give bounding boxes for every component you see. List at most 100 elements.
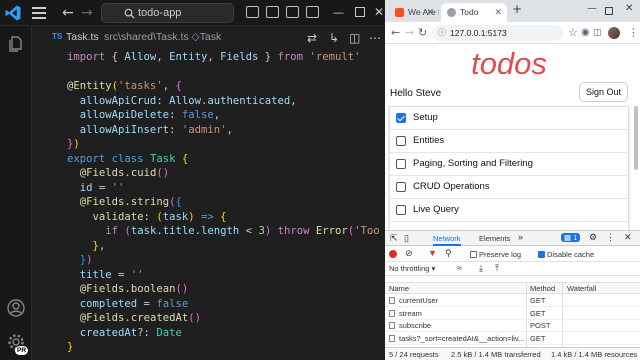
tab-network[interactable]: Network <box>433 234 461 246</box>
close-tab-icon[interactable]: ✕ <box>426 3 434 22</box>
bookmark-star-icon[interactable]: ☆ <box>568 26 578 40</box>
network-conditions-icon[interactable]: ≈ <box>457 263 462 273</box>
back-arrow-icon[interactable]: ← <box>62 3 74 23</box>
device-toolbar-icon[interactable]: ▯ <box>404 233 409 244</box>
todo-checkbox-checked[interactable] <box>396 113 406 123</box>
todo-item[interactable]: Paging, Sorting and Filtering <box>390 153 628 176</box>
menu-icon[interactable] <box>32 7 46 19</box>
inspect-element-icon[interactable]: ⇱ <box>390 233 398 244</box>
extensions-icon[interactable]: ◉ <box>581 26 590 40</box>
code-token: ?: <box>137 326 157 339</box>
record-icon[interactable] <box>389 250 397 258</box>
throttling-select[interactable]: No throttling ▾ <box>389 264 435 273</box>
todo-checkbox[interactable] <box>396 182 406 192</box>
forward-arrow-icon[interactable]: → <box>405 26 414 40</box>
compare-changes-icon[interactable]: ⇄ <box>307 31 317 45</box>
code-line: @Fields.boolean() <box>67 282 188 296</box>
todo-checkbox[interactable] <box>396 159 406 169</box>
command-center[interactable]: todo-app <box>101 3 234 23</box>
toggle-secondary-sidebar-icon[interactable] <box>286 6 299 18</box>
site-info-icon[interactable]: ⓘ <box>438 25 446 41</box>
todo-item[interactable]: CRUD Operations <box>390 176 628 199</box>
reload-icon[interactable]: ↻ <box>418 26 427 40</box>
side-panel-icon[interactable]: ◫ <box>593 26 602 40</box>
request-file-icon <box>389 334 395 342</box>
settings-gear-icon[interactable]: ⚙ <box>589 232 597 243</box>
minimize-icon[interactable]: — <box>333 6 344 20</box>
export-har-icon[interactable]: ⤒ <box>495 263 499 274</box>
code-line: } <box>67 340 73 354</box>
close-icon[interactable]: ✕ <box>374 4 384 20</box>
forward-arrow-icon[interactable]: → <box>81 3 93 23</box>
tab-task-ts[interactable]: Task.ts <box>66 31 99 43</box>
code-token: @Fields <box>79 196 125 208</box>
menu-kebab-icon[interactable]: ⋮ <box>628 26 639 40</box>
back-arrow-icon[interactable]: ← <box>391 26 400 40</box>
code-line: if (task.title.length < 3) throw Error('… <box>67 224 384 238</box>
request-method: POST <box>530 321 551 330</box>
close-devtools-icon[interactable]: ✕ <box>624 232 632 243</box>
accounts-badge: PR <box>15 346 29 355</box>
clear-icon[interactable]: ⊘ <box>405 248 413 259</box>
code-token: task <box>130 225 157 237</box>
disable-cache-checkbox[interactable]: Disable cache <box>538 250 594 259</box>
sign-out-button[interactable]: Sign Out <box>579 82 628 102</box>
search-icon[interactable]: ⚲ <box>445 248 452 259</box>
request-file-icon <box>389 322 395 329</box>
filter-icon[interactable]: ▼ <box>428 248 437 258</box>
maximize-icon[interactable] <box>355 7 365 17</box>
code-token: { <box>181 152 189 165</box>
close-tab-icon[interactable]: ✕ <box>494 3 502 22</box>
breadcrumb[interactable]: src\shared\Task.ts ◇Task <box>104 31 221 43</box>
maximize-icon[interactable] <box>605 7 613 15</box>
network-request-row[interactable]: currentUser GET <box>385 295 640 307</box>
code-token: , <box>98 239 106 252</box>
todo-item[interactable]: Entities <box>390 130 628 153</box>
code-token: @Entity <box>67 80 112 92</box>
more-tabs-icon[interactable]: » <box>518 232 523 242</box>
tab-elements[interactable]: Elements <box>479 234 510 243</box>
todo-item[interactable]: Setup <box>390 107 628 130</box>
todo-checkbox[interactable] <box>396 205 406 215</box>
browser-tab-todo[interactable]: Todo ✕ <box>441 3 507 22</box>
column-waterfall[interactable]: Waterfall <box>567 284 596 293</box>
column-name[interactable]: Name <box>389 284 409 293</box>
preserve-log-checkbox[interactable]: Preserve log <box>470 250 521 259</box>
toggle-sidebar-icon[interactable] <box>246 6 259 18</box>
code-line: import { Allow, Entity, Fields } from 'r… <box>67 50 360 64</box>
address-bar[interactable]: ⓘ 127.0.0.1:5173 <box>432 25 563 41</box>
page-scrollbar[interactable] <box>634 106 638 170</box>
vscode-titlebar: ← → todo-app — ✕ <box>0 0 384 26</box>
code-line: }, <box>67 239 106 253</box>
devtools-more-icon[interactable]: ⋮ <box>606 232 615 243</box>
accounts-icon[interactable] <box>6 298 26 318</box>
import-har-icon[interactable]: ⤓ <box>479 263 483 274</box>
code-line: allowApiInsert: 'admin', <box>67 123 233 137</box>
network-request-row[interactable]: subscribe POST <box>385 320 640 332</box>
network-request-row[interactable]: tasks?_sort=createdAt&__action=liv... GET <box>385 333 640 345</box>
open-changes-icon[interactable]: ↳ <box>329 31 339 45</box>
code-editor[interactable]: import { Allow, Entity, Fields } from 'r… <box>33 50 384 360</box>
profile-avatar[interactable] <box>608 27 620 39</box>
more-actions-icon[interactable]: ⋯ <box>369 31 381 45</box>
column-method[interactable]: Method <box>530 284 555 293</box>
toggle-panel-icon[interactable] <box>266 6 279 18</box>
todo-checkbox[interactable] <box>396 136 406 146</box>
split-editor-icon[interactable]: ◫ <box>349 31 360 45</box>
network-request-row[interactable]: stream GET <box>385 308 640 320</box>
new-tab-icon[interactable]: + <box>512 2 522 16</box>
minimize-icon[interactable]: — <box>587 3 597 14</box>
issues-badge[interactable]: ▦ 1 <box>561 233 581 242</box>
code-line: validate: (task) => { <box>67 210 227 224</box>
explorer-icon[interactable] <box>6 34 26 54</box>
todo-item[interactable]: Live Query <box>390 199 628 222</box>
throttling-toolbar: No throttling ▾ ≈ ⤓ ⤒ <box>385 262 640 276</box>
code-token: = <box>111 268 131 281</box>
browser-tab-we-are[interactable]: We Are D ✕ <box>389 3 439 22</box>
customize-layout-icon[interactable] <box>306 6 319 18</box>
close-icon[interactable]: ✕ <box>625 3 633 14</box>
